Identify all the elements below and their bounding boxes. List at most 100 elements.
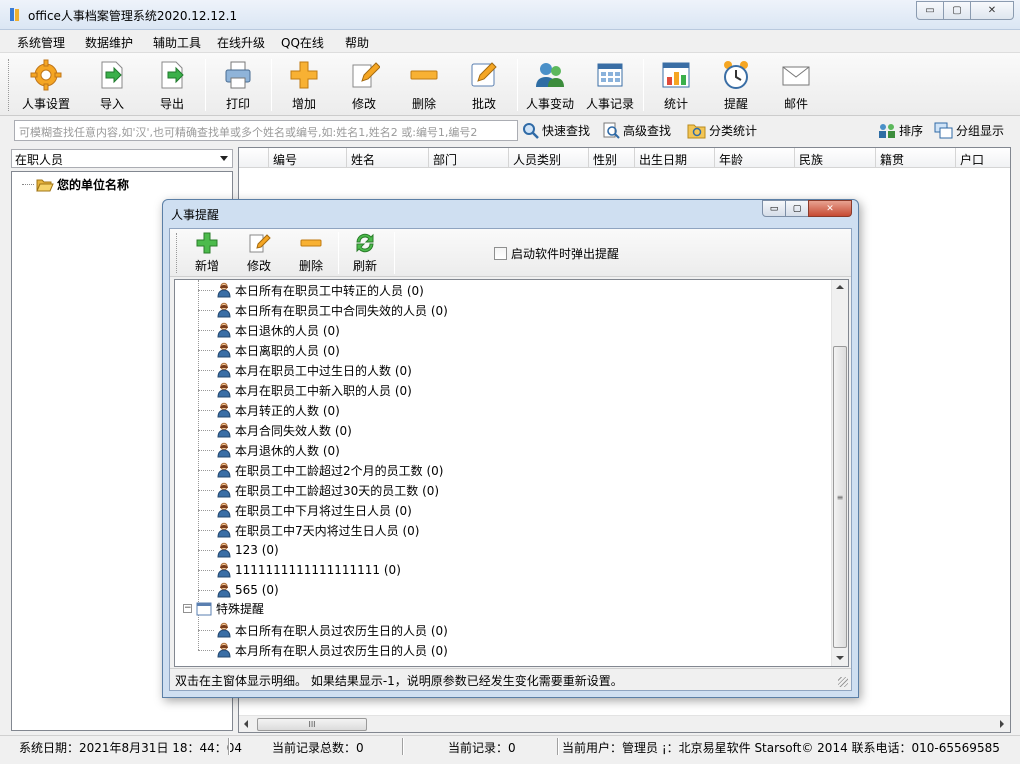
menu-help[interactable]: 帮助 <box>345 34 369 51</box>
column-header[interactable]: 编号 <box>269 148 347 168</box>
vertical-scrollbar[interactable]: ≡ <box>831 280 848 666</box>
advanced-search-icon <box>603 122 620 139</box>
reminder-item[interactable]: 本月所有在职人员过农历生日的人员 (0) <box>217 640 448 660</box>
statistics-button[interactable]: 统计 <box>646 57 706 113</box>
category-stats-button[interactable]: 分类统计 <box>687 122 757 139</box>
person-icon <box>217 562 231 578</box>
menu-system[interactable]: 系统管理 <box>17 34 65 51</box>
column-header[interactable]: 性别 <box>589 148 635 168</box>
maximize-button[interactable]: ▢ <box>943 1 971 20</box>
column-header[interactable]: 民族 <box>795 148 876 168</box>
dialog-minimize-button[interactable]: ▭ <box>762 200 786 217</box>
reminder-item[interactable]: 本月在职员工中新入职的人员 (0) <box>217 380 412 400</box>
reminder-item[interactable]: 在职员工中7天内将过生日人员 (0) <box>217 520 419 540</box>
reminder-item[interactable]: 本日离职的人员 (0) <box>217 340 340 360</box>
minimize-button[interactable]: ▭ <box>916 1 944 20</box>
reminder-item[interactable]: 在职员工中下月将过生日人员 (0) <box>217 500 412 520</box>
import-button[interactable]: 导入 <box>82 57 142 113</box>
mail-button[interactable]: 邮件 <box>766 57 826 113</box>
print-button[interactable]: 打印 <box>208 57 268 113</box>
scroll-up-icon[interactable] <box>836 285 844 289</box>
toolbar-separator <box>643 59 644 111</box>
checkbox-box[interactable] <box>494 247 507 260</box>
refresh-button[interactable]: 刷新 <box>342 232 388 274</box>
window-title: office人事档案管理系统2020.12.12.1 <box>28 9 238 23</box>
reminder-item[interactable]: 本日退休的人员 (0) <box>217 320 340 340</box>
column-header[interactable]: 籍贯 <box>876 148 956 168</box>
popup-on-start-checkbox[interactable]: 启动软件时弹出提醒 <box>494 245 619 262</box>
reminder-item[interactable]: 本月退休的人数 (0) <box>217 440 340 460</box>
personnel-filter-select[interactable]: 在职人员 <box>11 149 233 168</box>
group-special-reminders[interactable]: − 特殊提醒 <box>183 600 264 617</box>
add-button[interactable]: 增加 <box>274 57 334 113</box>
reminder-item[interactable]: 123 (0) <box>217 540 279 560</box>
toolbar-label: 增加 <box>291 97 316 111</box>
reminder-item[interactable]: 本日所有在职员工中转正的人员 (0) <box>217 280 424 300</box>
search-input[interactable]: 可模糊查找任意内容,如'汉',也可精确查找单或多个姓名或编号,如:姓名1,姓名2… <box>14 120 518 141</box>
reminder-item[interactable]: 565 (0) <box>217 580 279 600</box>
current-user: 当前用户：管理员 ¡：北京易星软件 Starsoft© 2014 联系电话：01… <box>562 741 1000 755</box>
menu-data[interactable]: 数据维护 <box>85 34 133 51</box>
personnel-records-button[interactable]: 人事记录 <box>580 57 640 113</box>
menu-upgrade[interactable]: 在线升级 <box>217 34 265 51</box>
dialog-toolbar-label: 刷新 <box>352 259 377 273</box>
quick-search-button[interactable]: 快速查找 <box>522 122 590 139</box>
reminder-item[interactable]: 本月在职员工中过生日的人数 (0) <box>217 360 412 380</box>
column-header[interactable]: 人员类别 <box>509 148 589 168</box>
reminder-item[interactable]: 本月转正的人数 (0) <box>217 400 340 420</box>
horizontal-scrollbar[interactable]: III <box>239 715 1010 732</box>
reminder-item[interactable]: 在职员工中工龄超过30天的员工数 (0) <box>217 480 439 500</box>
current-record: 当前记录：0 <box>448 741 516 755</box>
toolbar-grip[interactable] <box>8 59 11 111</box>
dialog-body: 新增 修改 删除 刷新 启动软件时弹出提醒 本日所有在职员工中转正的人员 (0)… <box>169 228 852 691</box>
personnel-filter-value: 在职人员 <box>15 153 64 167</box>
column-header[interactable]: 出生日期 <box>635 148 715 168</box>
reminder-item[interactable]: 本日所有在职员工中合同失效的人员 (0) <box>217 300 448 320</box>
new-reminder-button[interactable]: 新增 <box>184 232 230 274</box>
reminder-button[interactable]: 提醒 <box>706 57 766 113</box>
reminder-item[interactable]: 本日所有在职人员过农历生日的人员 (0) <box>217 620 448 640</box>
batch-edit-button[interactable]: 批改 <box>454 57 514 113</box>
scroll-thumb[interactable]: ≡ <box>833 346 847 648</box>
group-label: 特殊提醒 <box>216 602 265 616</box>
person-icon <box>217 282 231 298</box>
delete-button[interactable]: 删除 <box>394 57 454 113</box>
collapse-icon[interactable]: − <box>183 604 192 613</box>
delete-reminder-button[interactable]: 删除 <box>288 232 334 274</box>
advanced-search-button[interactable]: 高级查找 <box>603 122 671 139</box>
column-header[interactable]: 户口 <box>956 148 1010 168</box>
personnel-settings-button[interactable]: 人事设置 <box>16 57 76 113</box>
scroll-right-icon[interactable] <box>1000 720 1004 728</box>
resize-grip[interactable] <box>838 677 848 687</box>
scroll-left-icon[interactable] <box>244 720 248 728</box>
reminder-item[interactable]: 本月合同失效人数 (0) <box>217 420 352 440</box>
menu-tools[interactable]: 辅助工具 <box>153 34 201 51</box>
app-icon <box>10 8 19 21</box>
toolbar-label: 统计 <box>663 97 688 111</box>
group-display-button[interactable]: 分组显示 <box>934 122 1004 139</box>
tree-root-node[interactable]: 您的单位名称 <box>22 176 129 193</box>
reminder-item-label: 在职员工中下月将过生日人员 (0) <box>235 503 412 518</box>
total-records: 当前记录总数：0 <box>272 741 364 755</box>
column-header[interactable]: 年龄 <box>715 148 795 168</box>
dialog-maximize-button[interactable]: ▢ <box>785 200 809 217</box>
menu-qq[interactable]: QQ在线 <box>281 34 324 51</box>
close-button[interactable]: ✕ <box>970 1 1014 20</box>
edit-reminder-button[interactable]: 修改 <box>236 232 282 274</box>
column-header[interactable]: 姓名 <box>347 148 429 168</box>
dialog-close-button[interactable]: ✕ <box>808 200 852 217</box>
modify-button[interactable]: 修改 <box>334 57 394 113</box>
scroll-thumb[interactable]: III <box>257 718 367 731</box>
personnel-change-button[interactable]: 人事变动 <box>520 57 580 113</box>
person-icon <box>217 462 231 478</box>
toolbar-separator <box>205 59 206 111</box>
sort-button[interactable]: 排序 <box>878 122 923 139</box>
reminder-item[interactable]: 在职员工中工龄超过2个月的员工数 (0) <box>217 460 443 480</box>
reminder-item-label: 本月在职员工中新入职的人员 (0) <box>235 383 412 398</box>
export-button[interactable]: 导出 <box>142 57 202 113</box>
column-header[interactable]: 部门 <box>429 148 509 168</box>
scroll-down-icon[interactable] <box>836 656 844 660</box>
reminder-item[interactable]: 1111111111111111111 (0) <box>217 560 401 580</box>
dialog-toolbar-label: 新增 <box>194 259 219 273</box>
chevron-down-icon <box>220 156 228 161</box>
